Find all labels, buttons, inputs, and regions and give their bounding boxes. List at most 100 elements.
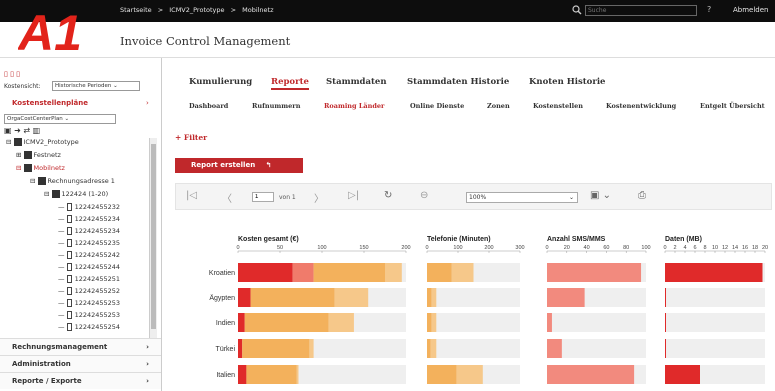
bar-background [427,313,520,332]
tree-node-rechnungsadresse[interactable]: ⊟ Rechnungsadresse 1 [30,177,115,185]
accordion-administration[interactable]: Administration › [0,355,161,372]
bar-segment [313,263,385,282]
panel-title: Telefonie (Minuten) [427,236,491,243]
cost-view-label: Kostensicht: [4,83,41,90]
tree-node-phone[interactable]: — 12242455251 [58,275,120,283]
bar-segment [244,313,329,332]
tick-label: 20 [564,245,570,251]
main-content: Kumulierung Reporte Stammdaten Stammdate… [163,58,775,391]
cost-view-select[interactable]: Historische Perioden ⌄ [52,81,140,91]
tree-node-phone[interactable]: — 12242455234 [58,215,120,223]
panel-title: Daten (MB) [665,236,702,243]
tree-node-festnetz[interactable]: ⊞ Festnetz [16,151,61,159]
breadcrumb-prototype[interactable]: ICMV2_Prototype [169,6,224,14]
bar-segment [238,339,243,358]
help-icon[interactable]: ? [707,5,711,14]
bar-segment [427,313,432,332]
bar-segment [547,263,642,282]
breadcrumb: Startseite > ICMV2_Prototype > Mobilnetz [120,6,278,14]
tree-node-phone[interactable]: — 12242455242 [58,251,120,259]
tree-node-label: Mobilnetz [33,164,65,172]
bar-segment [431,288,437,307]
app-title: Invoice Control Management [120,34,291,48]
bar-segment [296,365,299,384]
bar-segment [238,288,251,307]
logo-text: A1 [18,5,82,56]
accordion-label: Reporte / Exporte [12,377,82,385]
bar-segment [427,263,452,282]
breadcrumb-mobilnetz[interactable]: Mobilnetz [242,6,273,14]
bar-background [665,339,765,358]
tree-node-phone[interactable]: — 12242455253 [58,311,120,319]
bar-segment [334,288,369,307]
tree-node-phone[interactable]: — 12242455254 [58,323,120,331]
tick-label: 300 [515,245,524,251]
a1-logo[interactable]: A1 [18,2,88,56]
section-kostenstellenplaene[interactable]: Kostenstellenpläne [12,99,88,107]
bar-segment [328,313,354,332]
tree-node-phone[interactable]: — 12242455253 [58,299,120,307]
search-icon[interactable] [572,5,582,15]
tree-node-phone[interactable]: — 12242455244 [58,263,120,271]
tick-label: 10 [712,245,718,251]
tick-label: 12 [722,245,728,251]
tree-node-phone[interactable]: — 12242455235 [58,239,120,247]
tick-label: 0 [236,245,239,251]
tree-node-root[interactable]: ⊟ ICMV2_Prototype [6,138,79,146]
tick-label: 14 [732,245,738,251]
tree-node-group[interactable]: ⊟ 122424 (1-20) [44,190,108,198]
bar-segment [238,365,247,384]
tick-label: 0 [663,245,666,251]
tick-label: 200 [401,245,410,251]
tick-label: 20 [762,245,768,251]
tick-label: 0 [545,245,548,251]
bar-segment [427,339,431,358]
accordion-label: Rechnungsmanagement [12,343,108,351]
bar-background [427,339,520,358]
tree-node-mobilnetz[interactable]: ⊟ Mobilnetz [16,164,65,172]
tree-node-phone[interactable]: — 12242455252 [58,287,120,295]
bar-segment [547,339,562,358]
top-bar: Startseite > ICMV2_Prototype > Mobilnetz… [0,0,775,22]
bar-segment [665,365,700,384]
tree-node-label: 12242455252 [74,287,121,295]
bar-segment [427,288,432,307]
bar-segment [309,339,314,358]
chevron-right-icon: › [146,343,149,351]
tree-node-label: Rechnungsadresse 1 [47,177,115,185]
tick-label: 6 [693,245,696,251]
tree-node-phone[interactable]: — 12242455234 [58,227,120,235]
accordion-reporte-exporte[interactable]: Reporte / Exporte › [0,372,161,389]
plan-select[interactable]: OrgaCostCenterPlan ⌄ [4,114,116,124]
accordion-rechnungsmanagement[interactable]: Rechnungsmanagement › [0,338,161,355]
tree-node-phone[interactable]: — 12242455232 [58,203,120,211]
tick-label: 2 [673,245,676,251]
sidebar: ▯ ▯ ▯ Kostensicht: Historische Perioden … [0,58,162,391]
tree-node-label: 12242455242 [74,251,121,259]
category-label: Kroatien [209,270,235,277]
tick-label: 0 [425,245,428,251]
tree-scrollbar[interactable] [149,138,157,338]
tree-tool-icons[interactable]: ▣ ➜ ⇄ ▥ [4,126,40,135]
breadcrumb-separator: > [157,6,164,14]
logout-link[interactable]: Abmelden [733,6,769,14]
bar-segment [238,263,293,282]
cost-view-value: Historische Perioden [55,83,112,89]
tree-node-label: 12242455234 [74,227,121,235]
tick-label: 80 [623,245,629,251]
breadcrumb-home[interactable]: Startseite [120,6,152,14]
bar-segment [238,313,245,332]
breadcrumb-separator: > [230,6,237,14]
plan-select-value: OrgaCostCenterPlan [7,116,63,122]
category-label: Italien [216,372,235,379]
tick-label: 50 [277,245,283,251]
scrollbar-thumb[interactable] [151,144,156,329]
bar-segment [451,263,474,282]
tick-label: 16 [742,245,748,251]
tree-node-label: 12242455234 [74,215,121,223]
bar-segment [242,339,310,358]
bar-segment [250,288,335,307]
sidebar-toolbar-icons[interactable]: ▯ ▯ ▯ [4,70,20,78]
search-input[interactable] [585,5,697,16]
tick-label: 4 [683,245,686,251]
